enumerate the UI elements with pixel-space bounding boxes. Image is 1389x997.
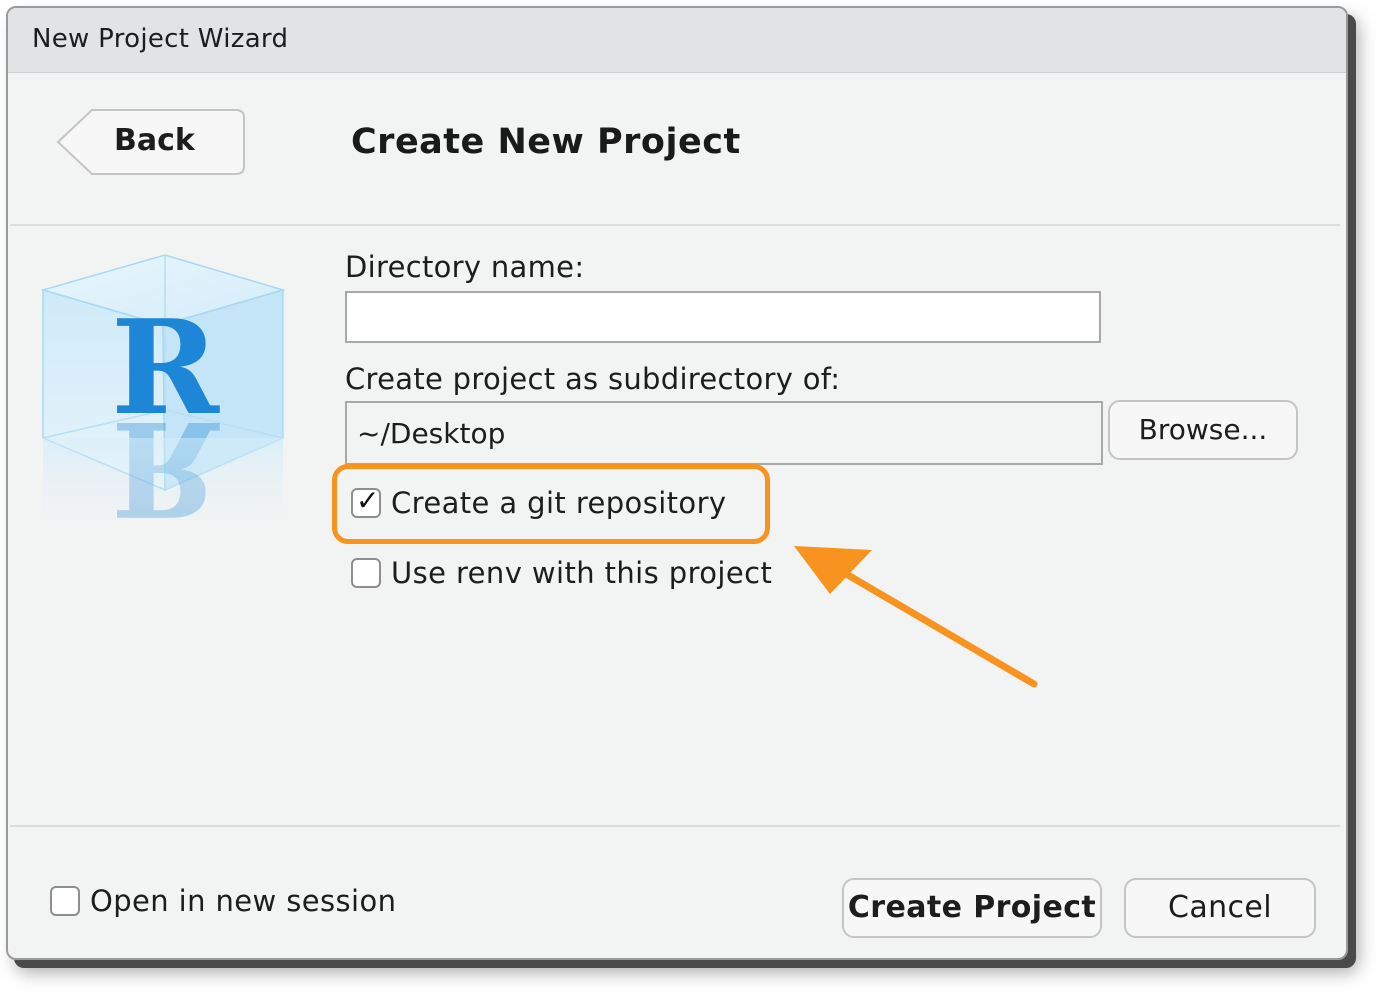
cancel-button[interactable]: Cancel <box>1124 878 1316 938</box>
window-title: New Project Wizard <box>32 24 289 54</box>
browse-button[interactable]: Browse... <box>1108 400 1298 460</box>
dialog-window: New Project Wizard Back Create New Proje… <box>6 6 1348 960</box>
title-bar: New Project Wizard <box>8 8 1346 73</box>
header-divider <box>10 224 1340 226</box>
open-new-session-option[interactable]: Open in new session <box>50 884 396 918</box>
footer-divider <box>10 825 1340 827</box>
renv-checkbox[interactable] <box>351 558 381 588</box>
directory-name-input[interactable] <box>345 291 1101 343</box>
create-project-button[interactable]: Create Project <box>842 878 1102 938</box>
page-title: Create New Project <box>351 122 741 162</box>
r-project-cube-icon: R R <box>40 254 286 540</box>
parent-directory-field[interactable] <box>345 401 1103 465</box>
highlight-annotation <box>332 464 770 544</box>
open-new-session-checkbox[interactable] <box>50 886 80 916</box>
back-button-label: Back <box>114 123 195 158</box>
renv-option[interactable]: Use renv with this project <box>351 556 772 590</box>
parent-directory-label: Create project as subdirectory of: <box>345 362 841 396</box>
directory-name-label: Directory name: <box>345 250 585 284</box>
renv-label: Use renv with this project <box>391 556 773 590</box>
stage: New Project Wizard Back Create New Proje… <box>0 0 1389 997</box>
back-button[interactable]: Back <box>56 109 246 175</box>
open-new-session-label: Open in new session <box>90 884 397 918</box>
annotation-arrow-icon <box>794 546 1038 688</box>
